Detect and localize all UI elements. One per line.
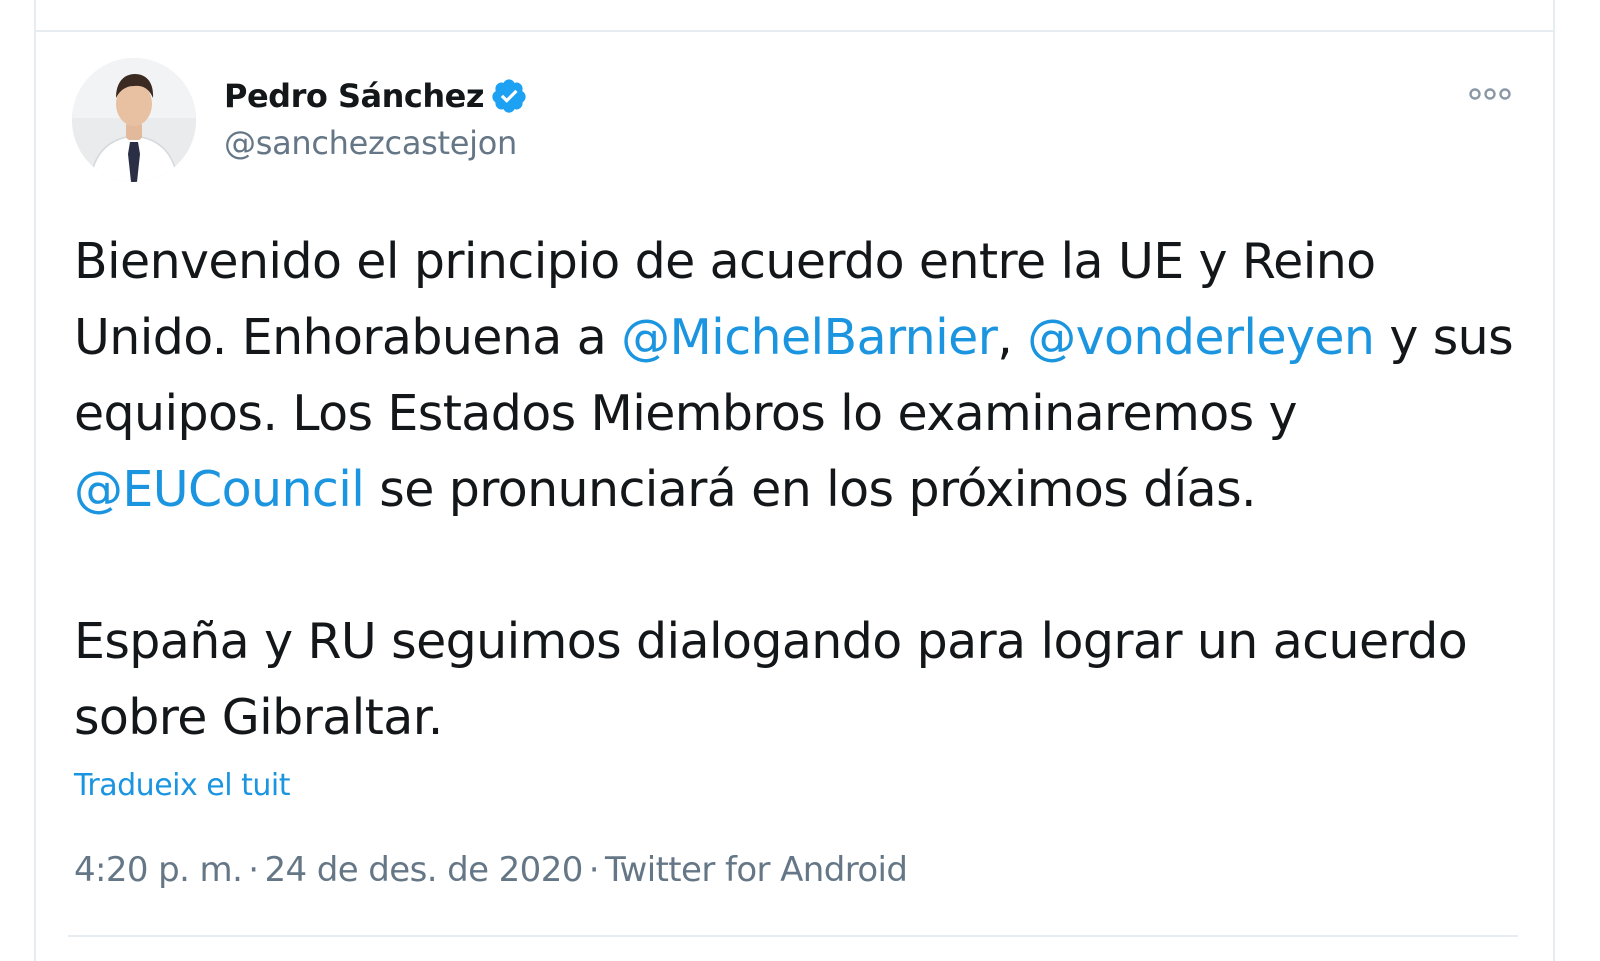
top-divider bbox=[34, 30, 1555, 32]
tweet-paragraph-2: España y RU seguimos dialogando para log… bbox=[74, 613, 1468, 746]
avatar-image bbox=[72, 58, 196, 182]
tweet-date[interactable]: 24 de des. de 2020 bbox=[265, 850, 584, 890]
avatar[interactable] bbox=[72, 58, 196, 182]
author-name-row: Pedro Sánchez bbox=[224, 72, 528, 120]
translate-tweet-link[interactable]: Tradueix el tuit bbox=[74, 768, 290, 803]
column-border-left bbox=[34, 0, 36, 961]
verified-badge-icon bbox=[490, 77, 528, 115]
mention-link-michelbarnier[interactable]: @MichelBarnier bbox=[621, 309, 998, 366]
tweet-text-segment: , bbox=[997, 309, 1028, 366]
tweet-text-segment: se pronunciará en los próximos días. bbox=[364, 461, 1256, 518]
more-options-button[interactable] bbox=[1464, 82, 1516, 106]
author-handle[interactable]: @sanchezcastejon bbox=[224, 124, 517, 162]
tweet-source-link[interactable]: Twitter for Android bbox=[605, 850, 908, 890]
meta-separator: · bbox=[248, 850, 259, 890]
mention-link-eucouncil[interactable]: @EUCouncil bbox=[74, 461, 365, 518]
mention-link-vonderleyen[interactable]: @vonderleyen bbox=[1027, 309, 1375, 366]
tweet-time[interactable]: 4:20 p. m. bbox=[74, 850, 243, 890]
tweet-text: Bienvenido el principio de acuerdo entre… bbox=[74, 224, 1534, 756]
tweet-page: Pedro Sánchez @sanchezcastejon Bienvenid… bbox=[0, 0, 1600, 961]
meta-separator: · bbox=[588, 850, 600, 890]
more-dots-icon bbox=[1469, 88, 1511, 100]
author-display-name[interactable]: Pedro Sánchez bbox=[224, 77, 484, 115]
tweet-paragraph-1: Bienvenido el principio de acuerdo entre… bbox=[74, 224, 1534, 528]
tweet-meta: 4:20 p. m. · 24 de des. de 2020 · Twitter fo… bbox=[74, 850, 908, 890]
bottom-divider bbox=[68, 935, 1518, 937]
column-border-right bbox=[1553, 0, 1555, 961]
